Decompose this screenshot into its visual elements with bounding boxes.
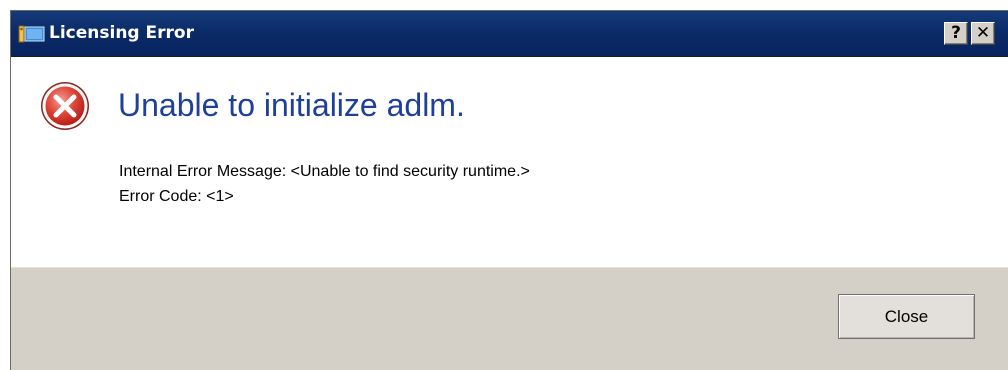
- error-code: Error Code: <1>: [119, 188, 234, 205]
- title-bar[interactable]: Licensing Error ? ✕: [11, 11, 1008, 57]
- internal-error-message: Internal Error Message: <Unable to find …: [119, 163, 530, 180]
- help-button[interactable]: ?: [944, 22, 968, 45]
- dialog-footer: Close: [11, 267, 1008, 370]
- close-icon: ✕: [975, 23, 991, 43]
- close-button[interactable]: Close: [838, 294, 975, 339]
- dialog-content: Unable to initialize adlm. Internal Erro…: [11, 57, 1008, 267]
- licensing-app-icon: [17, 24, 45, 44]
- error-x-icon: [39, 80, 91, 132]
- window-title: Licensing Error: [49, 23, 194, 43]
- error-heading: Unable to initialize adlm.: [118, 87, 465, 123]
- title-close-button[interactable]: ✕: [971, 22, 995, 45]
- licensing-error-dialog: Licensing Error ? ✕ Unable to initialize…: [10, 10, 1008, 370]
